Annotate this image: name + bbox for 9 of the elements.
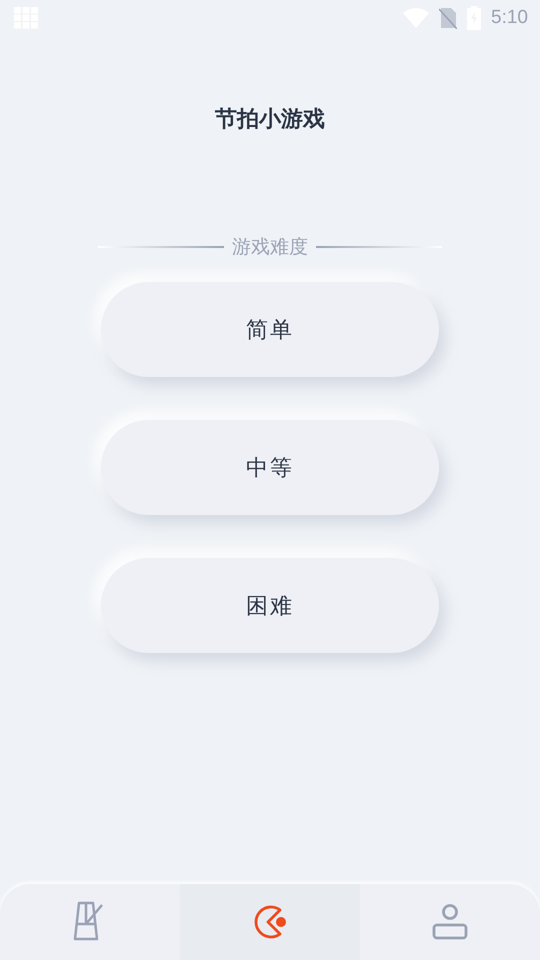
person-icon [431, 903, 469, 941]
section-label: 游戏难度 [232, 235, 308, 260]
difficulty-button[interactable]: 中等 [101, 420, 439, 515]
no-sim-icon [439, 7, 458, 29]
page-title: 节拍小游戏 [214, 106, 326, 134]
difficulty-button[interactable]: 困难 [101, 558, 439, 653]
status-time: 5:10 [491, 7, 528, 29]
difficulty-button[interactable]: 简单 [101, 282, 439, 377]
nav-tab[interactable] [180, 884, 360, 960]
